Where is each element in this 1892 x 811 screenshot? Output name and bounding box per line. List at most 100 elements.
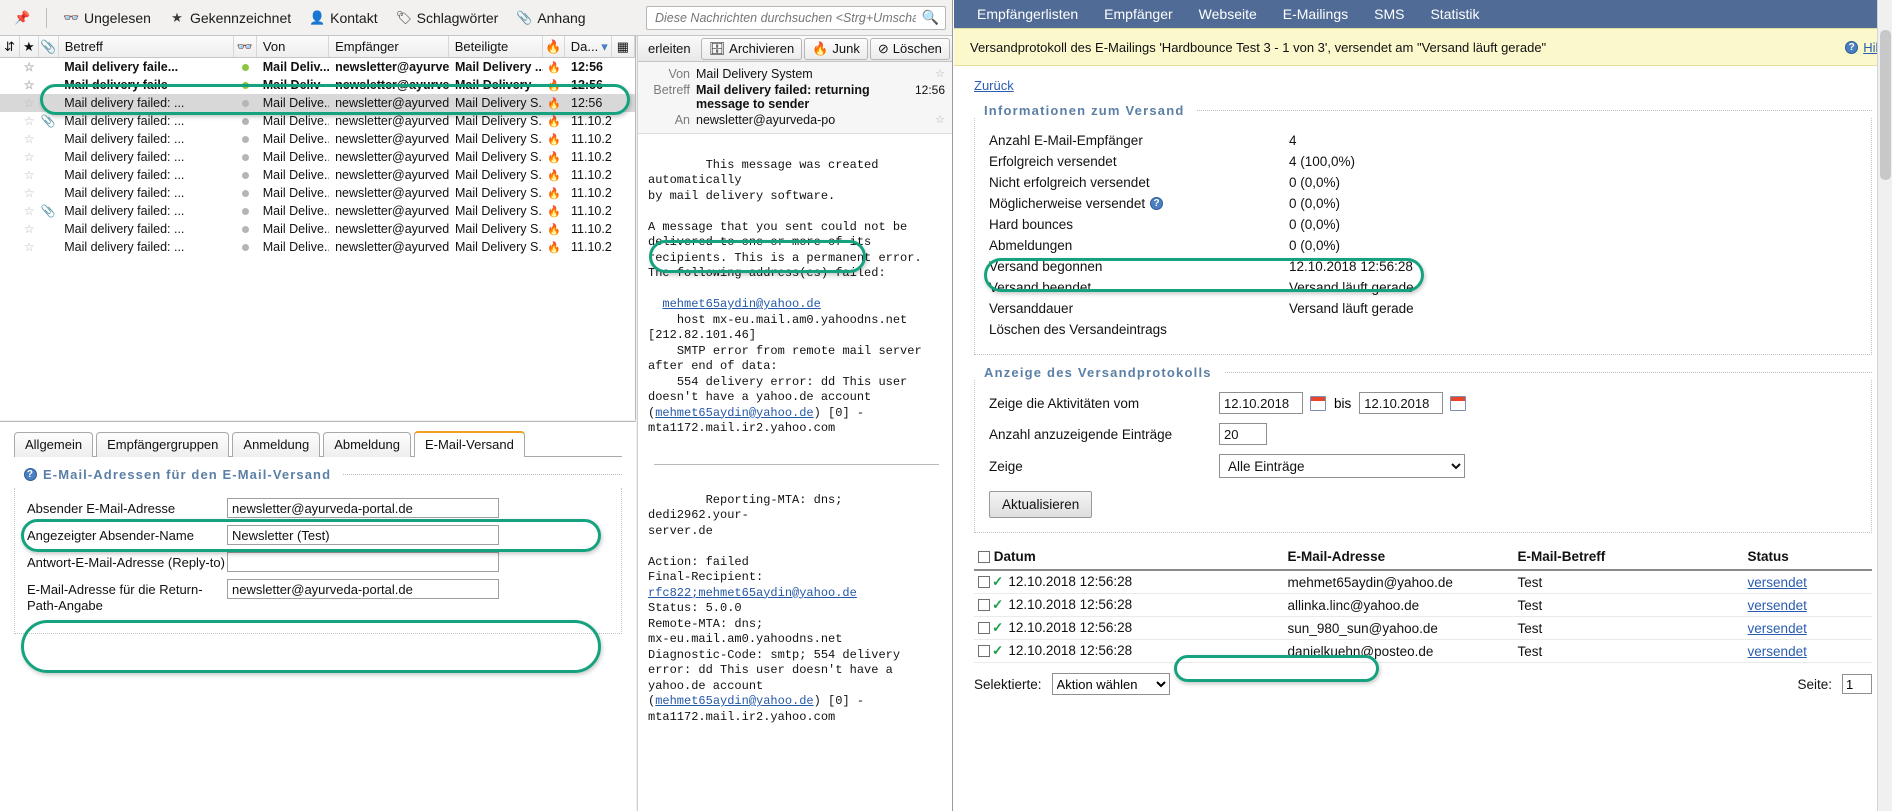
- row-checkbox[interactable]: [978, 645, 990, 657]
- nav-item-sms[interactable]: SMS: [1361, 2, 1417, 26]
- select-all-checkbox[interactable]: [978, 551, 990, 563]
- row-read-dot[interactable]: [234, 112, 257, 130]
- row-star-icon[interactable]: ☆: [20, 58, 38, 76]
- table-row[interactable]: ☆Mail delivery failed: ...Mail Delive...…: [0, 130, 635, 148]
- row-junk-icon[interactable]: 🔥: [543, 148, 565, 166]
- column-participants[interactable]: Beteiligte: [449, 36, 543, 57]
- row-junk-icon[interactable]: 🔥: [543, 184, 565, 202]
- help-icon[interactable]: ?: [1150, 197, 1163, 210]
- row-checkbox[interactable]: [978, 576, 990, 588]
- date-from-input[interactable]: [1219, 392, 1303, 414]
- page-scrollbar[interactable]: [1877, 0, 1892, 811]
- forward-button[interactable]: erleiten: [640, 38, 699, 59]
- tab-empf-ngergruppen[interactable]: Empfängergruppen: [96, 432, 229, 457]
- row-junk-icon[interactable]: 🔥: [543, 112, 565, 130]
- search-input[interactable]: [653, 10, 918, 26]
- page-input[interactable]: [1842, 674, 1872, 694]
- row-star-icon[interactable]: ☆: [20, 220, 38, 238]
- form-field-input[interactable]: [227, 525, 499, 545]
- thread-pane[interactable]: ⇵ ★ 📎 Betreff 👓 Von Empfänger Beteiligte…: [0, 36, 636, 420]
- column-star[interactable]: ★: [20, 36, 39, 57]
- calendar-icon-to[interactable]: [1450, 396, 1466, 411]
- row-read-dot[interactable]: [234, 76, 257, 94]
- column-date[interactable]: Da... ▾: [565, 36, 612, 57]
- row-star-icon[interactable]: ☆: [20, 184, 38, 202]
- column-subject[interactable]: Betreff: [59, 36, 234, 57]
- row-star-icon[interactable]: ☆: [20, 148, 38, 166]
- more-button[interactable]: Mehr ▾: [952, 38, 953, 60]
- column-recipient[interactable]: Empfänger: [329, 36, 449, 57]
- nav-item-e-mailings[interactable]: E-Mailings: [1270, 2, 1361, 26]
- column-from[interactable]: Von: [257, 36, 329, 57]
- table-row[interactable]: ☆Mail delivery failed: ...Mail Delive...…: [0, 94, 635, 112]
- update-button[interactable]: Aktualisieren: [989, 491, 1092, 518]
- date-to-input[interactable]: [1359, 392, 1443, 414]
- row-read-dot[interactable]: [234, 94, 257, 112]
- nav-item-empf-ngerlisten[interactable]: Empfängerlisten: [964, 2, 1091, 26]
- table-row[interactable]: ☆Mail delivery failed: ...Mail Delive...…: [0, 220, 635, 238]
- thread-row-list[interactable]: ☆Mail delivery faile...Mail Deliv...news…: [0, 58, 635, 256]
- status-link[interactable]: versendet: [1748, 621, 1807, 636]
- filter-unread-button[interactable]: 👓 Ungelesen: [55, 7, 159, 29]
- row-star-icon[interactable]: ☆: [20, 130, 38, 148]
- row-checkbox[interactable]: [978, 599, 990, 611]
- cms-main-navigation[interactable]: EmpfängerlistenEmpfängerWebseiteE-Mailin…: [954, 0, 1892, 28]
- show-filter-select[interactable]: Alle Einträge: [1219, 454, 1465, 478]
- column-junk[interactable]: 🔥: [543, 36, 565, 57]
- filter-contact-button[interactable]: 👤 Kontakt: [301, 7, 385, 29]
- row-read-dot[interactable]: [234, 130, 257, 148]
- log-header-e-mail-adresse[interactable]: E-Mail-Adresse: [1284, 545, 1514, 570]
- archive-button[interactable]: 🗄 Archivieren: [701, 38, 803, 60]
- row-junk-icon[interactable]: 🔥: [543, 130, 565, 148]
- table-row[interactable]: ✓12.10.2018 12:56:28allinka.linc@yahoo.d…: [974, 594, 1872, 617]
- table-row[interactable]: ☆Mail delivery failed: ...Mail Delive...…: [0, 184, 635, 202]
- filter-attachment-button[interactable]: 📎 Anhang: [508, 7, 593, 29]
- form-field-input[interactable]: [227, 579, 499, 599]
- table-row[interactable]: ✓12.10.2018 12:56:28mehmet65aydin@yahoo.…: [974, 570, 1872, 594]
- nav-item-webseite[interactable]: Webseite: [1186, 2, 1270, 26]
- form-tab-bar[interactable]: AllgemeinEmpfängergruppenAnmeldungAbmeld…: [0, 422, 636, 456]
- delete-button[interactable]: ⊘ Löschen: [870, 38, 950, 60]
- row-read-dot[interactable]: [234, 148, 257, 166]
- inline-address-link[interactable]: mehmet65aydin@yahoo.de: [655, 406, 813, 420]
- nav-item-empf-nger[interactable]: Empfänger: [1091, 2, 1185, 26]
- status-link[interactable]: versendet: [1748, 644, 1807, 659]
- junk-button[interactable]: 🔥 Junk: [804, 38, 868, 60]
- table-row[interactable]: ☆📎Mail delivery failed: ...Mail Delive..…: [0, 112, 635, 130]
- entry-count-input[interactable]: [1219, 423, 1267, 445]
- column-picker-icon[interactable]: ▦: [612, 36, 635, 57]
- search-box[interactable]: 🔍: [646, 6, 946, 30]
- row-star-icon[interactable]: ☆: [20, 94, 38, 112]
- row-junk-icon[interactable]: 🔥: [543, 94, 565, 112]
- row-checkbox[interactable]: [978, 622, 990, 634]
- row-junk-icon[interactable]: 🔥: [543, 238, 565, 256]
- tab-anmeldung[interactable]: Anmeldung: [232, 432, 320, 457]
- row-star-icon[interactable]: ☆: [20, 76, 38, 94]
- to-star-icon[interactable]: ☆: [935, 113, 945, 126]
- row-star-icon[interactable]: ☆: [20, 202, 38, 220]
- final-recipient-link[interactable]: rfc822;mehmet65aydin@yahoo.de: [648, 586, 857, 600]
- back-link[interactable]: Zurück: [974, 78, 1014, 93]
- filter-starred-button[interactable]: ★ Gekennzeichnet: [161, 7, 299, 29]
- row-star-icon[interactable]: ☆: [20, 166, 38, 184]
- table-row[interactable]: ☆Mail delivery failed: ...Mail Delive...…: [0, 238, 635, 256]
- calendar-icon-from[interactable]: [1310, 396, 1326, 411]
- help-icon[interactable]: ?: [24, 468, 37, 481]
- log-header-status[interactable]: Status: [1744, 545, 1872, 570]
- pin-filter-button[interactable]: 📌: [6, 7, 38, 29]
- tab-e-mail-versand[interactable]: E-Mail-Versand: [414, 431, 525, 457]
- row-star-icon[interactable]: ☆: [20, 112, 38, 130]
- scrollbar-thumb[interactable]: [1880, 30, 1891, 180]
- tab-abmeldung[interactable]: Abmeldung: [323, 432, 411, 457]
- column-attachment[interactable]: 📎: [39, 36, 59, 57]
- bulk-action-select[interactable]: Aktion wählen: [1052, 673, 1170, 695]
- table-row[interactable]: ☆📎Mail delivery failed: ...Mail Delive..…: [0, 202, 635, 220]
- row-read-dot[interactable]: [234, 238, 257, 256]
- row-junk-icon[interactable]: 🔥: [543, 202, 565, 220]
- table-row[interactable]: ✓12.10.2018 12:56:28sun_980_sun@yahoo.de…: [974, 617, 1872, 640]
- row-read-dot[interactable]: [234, 220, 257, 238]
- row-read-dot[interactable]: [234, 184, 257, 202]
- nav-item-statistik[interactable]: Statistik: [1417, 2, 1492, 26]
- column-read[interactable]: 👓: [234, 36, 257, 57]
- from-star-icon[interactable]: ☆: [935, 67, 945, 80]
